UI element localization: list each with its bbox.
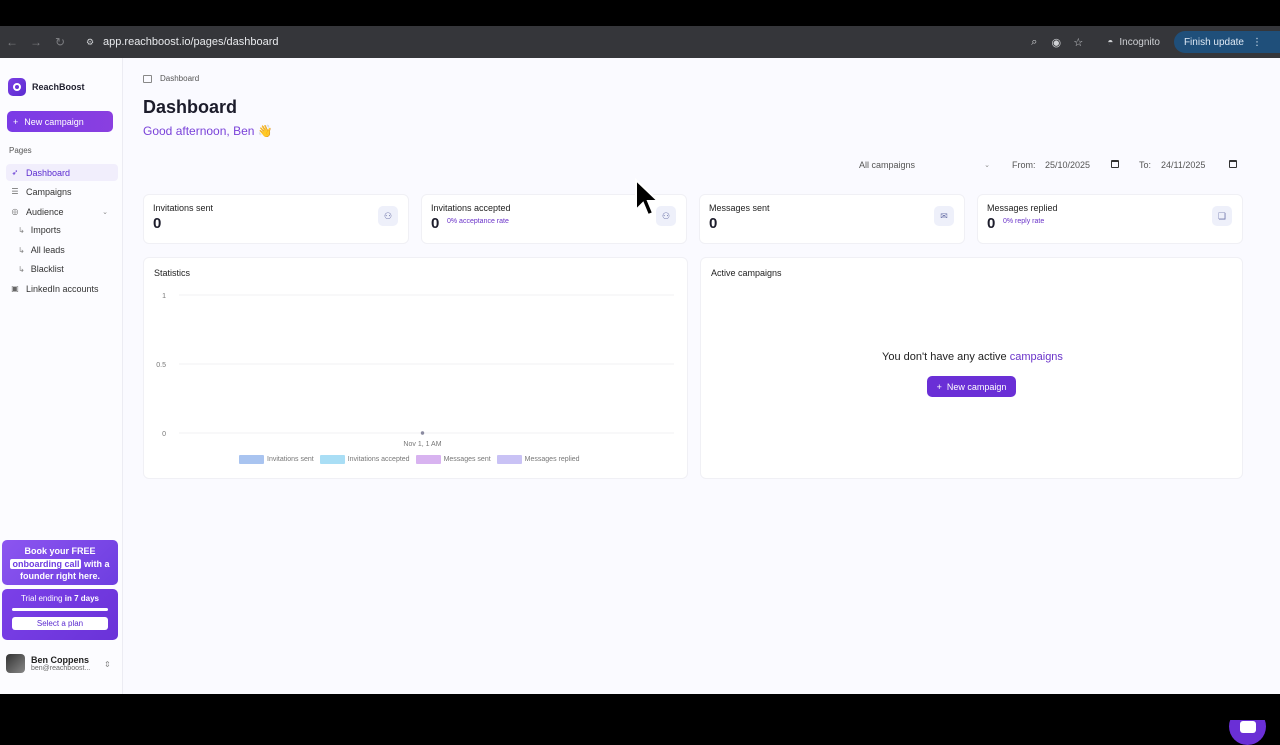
sidebar-item-campaigns[interactable]: ☰ Campaigns <box>6 183 118 200</box>
address-bar[interactable]: ⚙ app.reachboost.io/pages/dashboard <box>80 30 1110 54</box>
sidebar: ReachBoost + New campaign Pages ➶ Dashbo… <box>0 58 123 694</box>
branch-icon: ↳ <box>18 264 25 274</box>
legend-label: Messages replied <box>524 456 580 463</box>
legend-item[interactable]: Messages replied <box>496 455 580 464</box>
empty-state-message: You don't have any active campaigns <box>882 351 1063 363</box>
active-campaigns-title: Active campaigns <box>711 268 782 278</box>
screen-top-edge <box>0 0 1280 26</box>
mouse-cursor-icon <box>635 178 660 217</box>
onboarding-promo[interactable]: Book your FREE onboarding call with a fo… <box>2 540 118 585</box>
plus-icon: + <box>13 116 19 127</box>
chevron-down-icon: ⌄ <box>984 162 990 169</box>
sidebar-item-audience[interactable]: ◎ Audience ⌄ <box>6 203 118 220</box>
new-campaign-button[interactable]: + New campaign <box>7 111 113 132</box>
to-date-input[interactable]: 24/11/2025 <box>1161 160 1205 170</box>
sidebar-item-dashboard[interactable]: ➶ Dashboard <box>6 164 118 181</box>
campaign-select[interactable]: All campaigns ⌄ <box>853 156 998 174</box>
chevron-down-icon: ⌄ <box>102 208 108 216</box>
calendar-icon[interactable] <box>1229 160 1237 168</box>
sidebar-item-all-leads[interactable]: ↳ All leads <box>18 245 65 255</box>
data-point <box>420 431 425 435</box>
main-content: Dashboard Dashboard Good afternoon, Ben … <box>123 58 1280 694</box>
legend-label: Invitations accepted <box>347 456 410 463</box>
linkedin-icon: ▣ <box>11 284 19 293</box>
mail-icon: ✉ <box>934 206 954 226</box>
active-campaigns-card: Active campaigns You don't have any acti… <box>700 257 1243 479</box>
url-text: app.reachboost.io/pages/dashboard <box>103 36 279 48</box>
y-tick-label: 0.5 <box>156 362 166 369</box>
sidebar-item-linkedin-accounts[interactable]: ▣ LinkedIn accounts <box>6 280 118 297</box>
plus-icon: + <box>936 381 942 392</box>
legend-label: Messages sent <box>443 456 491 463</box>
page-title: Dashboard <box>143 97 238 117</box>
sidebar-item-imports[interactable]: ↳ Imports <box>18 225 61 235</box>
chat-icon: ❏ <box>1212 206 1232 226</box>
globe-icon: ◎ <box>11 207 19 216</box>
stat-card-messages-replied: Messages replied 0 0% reply rate ❏ <box>977 194 1243 244</box>
legend-swatch <box>415 455 441 464</box>
onboarding-call-link[interactable]: onboarding call <box>10 558 82 569</box>
legend-swatch <box>239 455 264 464</box>
browser-toolbar: ← → ↻ ⚙ app.reachboost.io/pages/dashboar… <box>0 26 1280 58</box>
branch-icon: ↳ <box>18 245 25 255</box>
from-date-input[interactable]: 25/10/2025 <box>1045 160 1090 170</box>
breadcrumb: Dashboard <box>143 74 199 83</box>
star-icon[interactable]: ☆ <box>1067 36 1089 49</box>
chart-legend: Invitations sent Invitations accepted Mess… <box>239 455 580 464</box>
statistics-card: Statistics 1 0.5 0 Nov 1, 1 AM Invitations … <box>143 257 688 479</box>
x-tick-label: Nov 1, 1 AM <box>403 441 441 448</box>
app: ReachBoost + New campaign Pages ➶ Dashbo… <box>0 58 1280 745</box>
from-label: From: <box>1012 160 1036 170</box>
back-icon[interactable]: ← <box>0 30 24 54</box>
eye-off-icon[interactable]: ◉ <box>1045 36 1067 49</box>
section-label-pages: Pages <box>9 146 32 155</box>
trial-progress-bar <box>12 608 108 611</box>
trial-card: Trial ending in 7 days Select a plan <box>2 589 118 640</box>
to-label: To: <box>1139 160 1152 170</box>
finish-update-button[interactable]: Finish update ⋮ <box>1173 31 1280 53</box>
y-tick-label: 0 <box>162 431 166 438</box>
legend-item[interactable]: Messages sent <box>415 455 491 464</box>
branch-icon: ↳ <box>18 225 25 235</box>
screen-bottom-edge <box>0 694 1280 720</box>
new-campaign-button[interactable]: + New campaign <box>927 376 1016 397</box>
campaigns-link[interactable]: campaigns <box>1010 351 1063 363</box>
legend-item[interactable]: Invitations sent <box>239 455 314 464</box>
sidebar-toggle-icon[interactable] <box>143 74 152 83</box>
select-plan-button[interactable]: Select a plan <box>12 617 108 630</box>
stat-card-invitations-sent: Invitations sent 0 ⚇ <box>143 194 409 244</box>
kebab-menu-icon[interactable]: ⋮ <box>1252 37 1262 48</box>
zoom-icon[interactable]: ⌕ <box>1023 36 1045 49</box>
incognito-indicator[interactable]: ◓ Incognito <box>1099 37 1168 48</box>
user-add-icon: ⚇ <box>378 206 398 226</box>
calendar-icon[interactable] <box>1111 160 1119 168</box>
legend-item[interactable]: Invitations accepted <box>319 455 410 464</box>
chevron-updown-icon[interactable]: ⇕ <box>104 660 111 669</box>
avatar <box>6 654 25 673</box>
legend-label: Invitations sent <box>267 456 314 463</box>
stat-card-messages-sent: Messages sent 0 ✉ <box>699 194 965 244</box>
y-tick-label: 1 <box>162 293 166 300</box>
legend-swatch <box>496 455 522 464</box>
site-info-icon[interactable]: ⚙ <box>86 37 94 48</box>
brand[interactable]: ReachBoost <box>8 78 85 96</box>
user-name: Ben Coppens <box>31 655 90 665</box>
chat-bubble-icon <box>1239 720 1256 733</box>
reload-icon[interactable]: ↻ <box>48 30 72 54</box>
brand-name: ReachBoost <box>32 82 85 92</box>
user-email: ben@reachboost... <box>31 665 91 672</box>
statistics-chart: 1 0.5 0 Nov 1, 1 AM <box>156 293 674 448</box>
brand-logo-icon <box>8 78 26 96</box>
sidebar-item-blacklist[interactable]: ↳ Blacklist <box>18 264 64 274</box>
user-profile[interactable]: Ben Coppens ben@reachboost... <box>6 654 90 673</box>
list-icon: ☰ <box>11 187 19 196</box>
forward-icon[interactable]: → <box>24 30 48 54</box>
rocket-icon: ➶ <box>11 168 19 177</box>
breadcrumb-dashboard[interactable]: Dashboard <box>160 74 199 83</box>
legend-swatch <box>319 455 345 464</box>
greeting: Good afternoon, Ben 👋 <box>143 124 273 138</box>
incognito-icon: ◓ <box>1107 36 1114 48</box>
